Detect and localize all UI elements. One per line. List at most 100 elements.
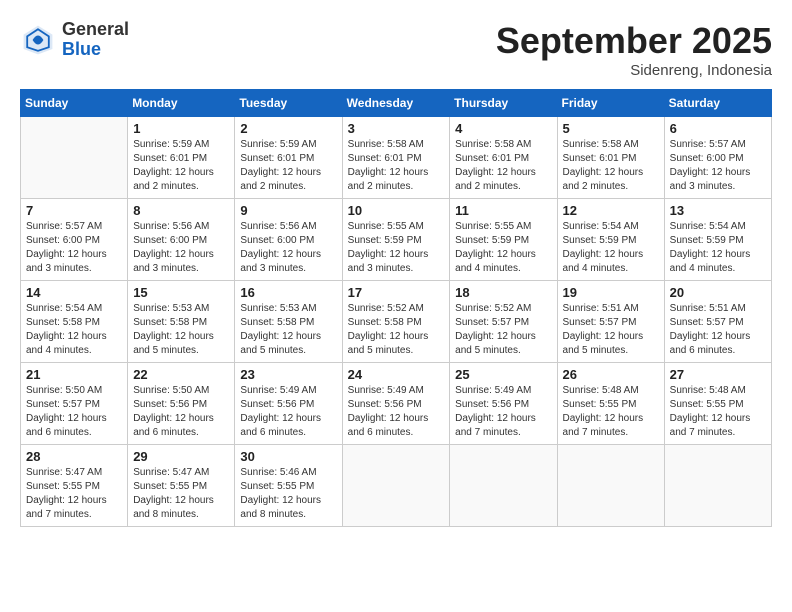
calendar-cell: 12Sunrise: 5:54 AM Sunset: 5:59 PM Dayli… xyxy=(557,199,664,281)
title-block: September 2025 Sidenreng, Indonesia xyxy=(496,20,772,79)
logo-text: General Blue xyxy=(62,20,129,60)
day-info: Sunrise: 5:49 AM Sunset: 5:56 PM Dayligh… xyxy=(348,384,445,440)
calendar-cell: 17Sunrise: 5:52 AM Sunset: 5:58 PM Dayli… xyxy=(342,281,450,363)
day-number: 13 xyxy=(670,203,766,218)
day-number: 8 xyxy=(133,203,229,218)
weekday-header-row: SundayMondayTuesdayWednesdayThursdayFrid… xyxy=(21,90,772,117)
calendar-cell: 23 Sunrise: 5:49 AM Sunset: 5:56 PM Dayli… xyxy=(235,363,342,445)
day-info: Sunrise: 5:46 AM Sunset: 5:55 PM Dayligh… xyxy=(240,466,336,522)
day-number: 1 xyxy=(133,121,229,136)
calendar-header: SundayMondayTuesdayWednesdayThursdayFrid… xyxy=(21,90,772,117)
day-info: Sunrise: 5:54 AM Sunset: 5:59 PM Dayligh… xyxy=(670,220,766,276)
weekday-header-monday: Monday xyxy=(128,90,235,117)
calendar-cell: 24 Sunrise: 5:49 AM Sunset: 5:56 PM Dayli… xyxy=(342,363,450,445)
calendar-cell: 2 Sunrise: 5:59 AM Sunset: 6:01 PM Daylig… xyxy=(235,117,342,199)
calendar-cell: 29 Sunrise: 5:47 AM Sunset: 5:55 PM Dayli… xyxy=(128,445,235,527)
weekday-header-sunday: Sunday xyxy=(21,90,128,117)
day-number: 14 xyxy=(26,285,122,300)
calendar-body: 1 Sunrise: 5:59 AM Sunset: 6:01 PM Daylig… xyxy=(21,117,772,527)
calendar-cell: 22 Sunrise: 5:50 AM Sunset: 5:56 PM Dayli… xyxy=(128,363,235,445)
weekday-header-thursday: Thursday xyxy=(450,90,557,117)
logo-blue-text: Blue xyxy=(62,40,129,60)
weekday-header-saturday: Saturday xyxy=(664,90,771,117)
day-info: Sunrise: 5:51 AM Sunset: 5:57 PM Dayligh… xyxy=(563,302,659,358)
day-info: Sunrise: 5:57 AM Sunset: 6:00 PM Dayligh… xyxy=(26,220,122,276)
day-info: Sunrise: 5:52 AM Sunset: 5:58 PM Dayligh… xyxy=(348,302,445,358)
day-number: 28 xyxy=(26,449,122,464)
calendar-cell: 26 Sunrise: 5:48 AM Sunset: 5:55 PM Dayli… xyxy=(557,363,664,445)
calendar-cell xyxy=(21,117,128,199)
calendar-cell: 21 Sunrise: 5:50 AM Sunset: 5:57 PM Dayli… xyxy=(21,363,128,445)
calendar-cell xyxy=(450,445,557,527)
week-row-3: 14 Sunrise: 5:54 AM Sunset: 5:58 PM Dayli… xyxy=(21,281,772,363)
day-info: Sunrise: 5:56 AM Sunset: 6:00 PM Dayligh… xyxy=(133,220,229,276)
day-info: Sunrise: 5:49 AM Sunset: 5:56 PM Dayligh… xyxy=(240,384,336,440)
calendar-cell: 20Sunrise: 5:51 AM Sunset: 5:57 PM Dayli… xyxy=(664,281,771,363)
day-number: 10 xyxy=(348,203,445,218)
day-number: 16 xyxy=(240,285,336,300)
day-info: Sunrise: 5:48 AM Sunset: 5:55 PM Dayligh… xyxy=(670,384,766,440)
calendar-cell: 6Sunrise: 5:57 AM Sunset: 6:00 PM Daylig… xyxy=(664,117,771,199)
week-row-1: 1 Sunrise: 5:59 AM Sunset: 6:01 PM Daylig… xyxy=(21,117,772,199)
day-info: Sunrise: 5:58 AM Sunset: 6:01 PM Dayligh… xyxy=(455,138,551,194)
page-header: General Blue September 2025 Sidenreng, I… xyxy=(20,20,772,79)
day-number: 2 xyxy=(240,121,336,136)
calendar-cell: 25Sunrise: 5:49 AM Sunset: 5:56 PM Dayli… xyxy=(450,363,557,445)
day-number: 20 xyxy=(670,285,766,300)
day-number: 22 xyxy=(133,367,229,382)
day-info: Sunrise: 5:47 AM Sunset: 5:55 PM Dayligh… xyxy=(133,466,229,522)
day-number: 27 xyxy=(670,367,766,382)
weekday-header-friday: Friday xyxy=(557,90,664,117)
calendar-cell: 9 Sunrise: 5:56 AM Sunset: 6:00 PM Daylig… xyxy=(235,199,342,281)
day-info: Sunrise: 5:59 AM Sunset: 6:01 PM Dayligh… xyxy=(240,138,336,194)
day-number: 26 xyxy=(563,367,659,382)
calendar-cell: 11 Sunrise: 5:55 AM Sunset: 5:59 PM Dayli… xyxy=(450,199,557,281)
week-row-4: 21 Sunrise: 5:50 AM Sunset: 5:57 PM Dayli… xyxy=(21,363,772,445)
day-info: Sunrise: 5:55 AM Sunset: 5:59 PM Dayligh… xyxy=(348,220,445,276)
logo-icon xyxy=(20,22,56,58)
day-number: 11 xyxy=(455,203,551,218)
day-info: Sunrise: 5:50 AM Sunset: 5:57 PM Dayligh… xyxy=(26,384,122,440)
calendar-cell: 1 Sunrise: 5:59 AM Sunset: 6:01 PM Daylig… xyxy=(128,117,235,199)
calendar-cell: 4 Sunrise: 5:58 AM Sunset: 6:01 PM Daylig… xyxy=(450,117,557,199)
day-number: 9 xyxy=(240,203,336,218)
day-info: Sunrise: 5:53 AM Sunset: 5:58 PM Dayligh… xyxy=(240,302,336,358)
day-number: 18 xyxy=(455,285,551,300)
calendar-cell: 18Sunrise: 5:52 AM Sunset: 5:57 PM Dayli… xyxy=(450,281,557,363)
calendar-table: SundayMondayTuesdayWednesdayThursdayFrid… xyxy=(20,89,772,527)
day-info: Sunrise: 5:59 AM Sunset: 6:01 PM Dayligh… xyxy=(133,138,229,194)
day-info: Sunrise: 5:56 AM Sunset: 6:00 PM Dayligh… xyxy=(240,220,336,276)
day-number: 19 xyxy=(563,285,659,300)
calendar-cell: 14 Sunrise: 5:54 AM Sunset: 5:58 PM Dayli… xyxy=(21,281,128,363)
calendar-cell: 5Sunrise: 5:58 AM Sunset: 6:01 PM Daylig… xyxy=(557,117,664,199)
calendar-cell: 28 Sunrise: 5:47 AM Sunset: 5:55 PM Dayli… xyxy=(21,445,128,527)
calendar-cell: 7Sunrise: 5:57 AM Sunset: 6:00 PM Daylig… xyxy=(21,199,128,281)
calendar-cell xyxy=(342,445,450,527)
day-info: Sunrise: 5:48 AM Sunset: 5:55 PM Dayligh… xyxy=(563,384,659,440)
day-number: 12 xyxy=(563,203,659,218)
day-number: 4 xyxy=(455,121,551,136)
day-number: 29 xyxy=(133,449,229,464)
calendar-cell: 30 Sunrise: 5:46 AM Sunset: 5:55 PM Dayli… xyxy=(235,445,342,527)
week-row-2: 7Sunrise: 5:57 AM Sunset: 6:00 PM Daylig… xyxy=(21,199,772,281)
day-number: 30 xyxy=(240,449,336,464)
calendar-cell xyxy=(664,445,771,527)
weekday-header-tuesday: Tuesday xyxy=(235,90,342,117)
calendar-cell: 16 Sunrise: 5:53 AM Sunset: 5:58 PM Dayli… xyxy=(235,281,342,363)
weekday-header-wednesday: Wednesday xyxy=(342,90,450,117)
day-info: Sunrise: 5:47 AM Sunset: 5:55 PM Dayligh… xyxy=(26,466,122,522)
calendar-cell xyxy=(557,445,664,527)
calendar-cell: 3Sunrise: 5:58 AM Sunset: 6:01 PM Daylig… xyxy=(342,117,450,199)
calendar-cell: 19 Sunrise: 5:51 AM Sunset: 5:57 PM Dayli… xyxy=(557,281,664,363)
day-info: Sunrise: 5:55 AM Sunset: 5:59 PM Dayligh… xyxy=(455,220,551,276)
calendar-cell: 8 Sunrise: 5:56 AM Sunset: 6:00 PM Daylig… xyxy=(128,199,235,281)
day-number: 24 xyxy=(348,367,445,382)
day-info: Sunrise: 5:58 AM Sunset: 6:01 PM Dayligh… xyxy=(563,138,659,194)
day-info: Sunrise: 5:54 AM Sunset: 5:58 PM Dayligh… xyxy=(26,302,122,358)
day-info: Sunrise: 5:50 AM Sunset: 5:56 PM Dayligh… xyxy=(133,384,229,440)
location: Sidenreng, Indonesia xyxy=(496,62,772,79)
week-row-5: 28 Sunrise: 5:47 AM Sunset: 5:55 PM Dayli… xyxy=(21,445,772,527)
day-number: 21 xyxy=(26,367,122,382)
day-number: 25 xyxy=(455,367,551,382)
day-number: 23 xyxy=(240,367,336,382)
